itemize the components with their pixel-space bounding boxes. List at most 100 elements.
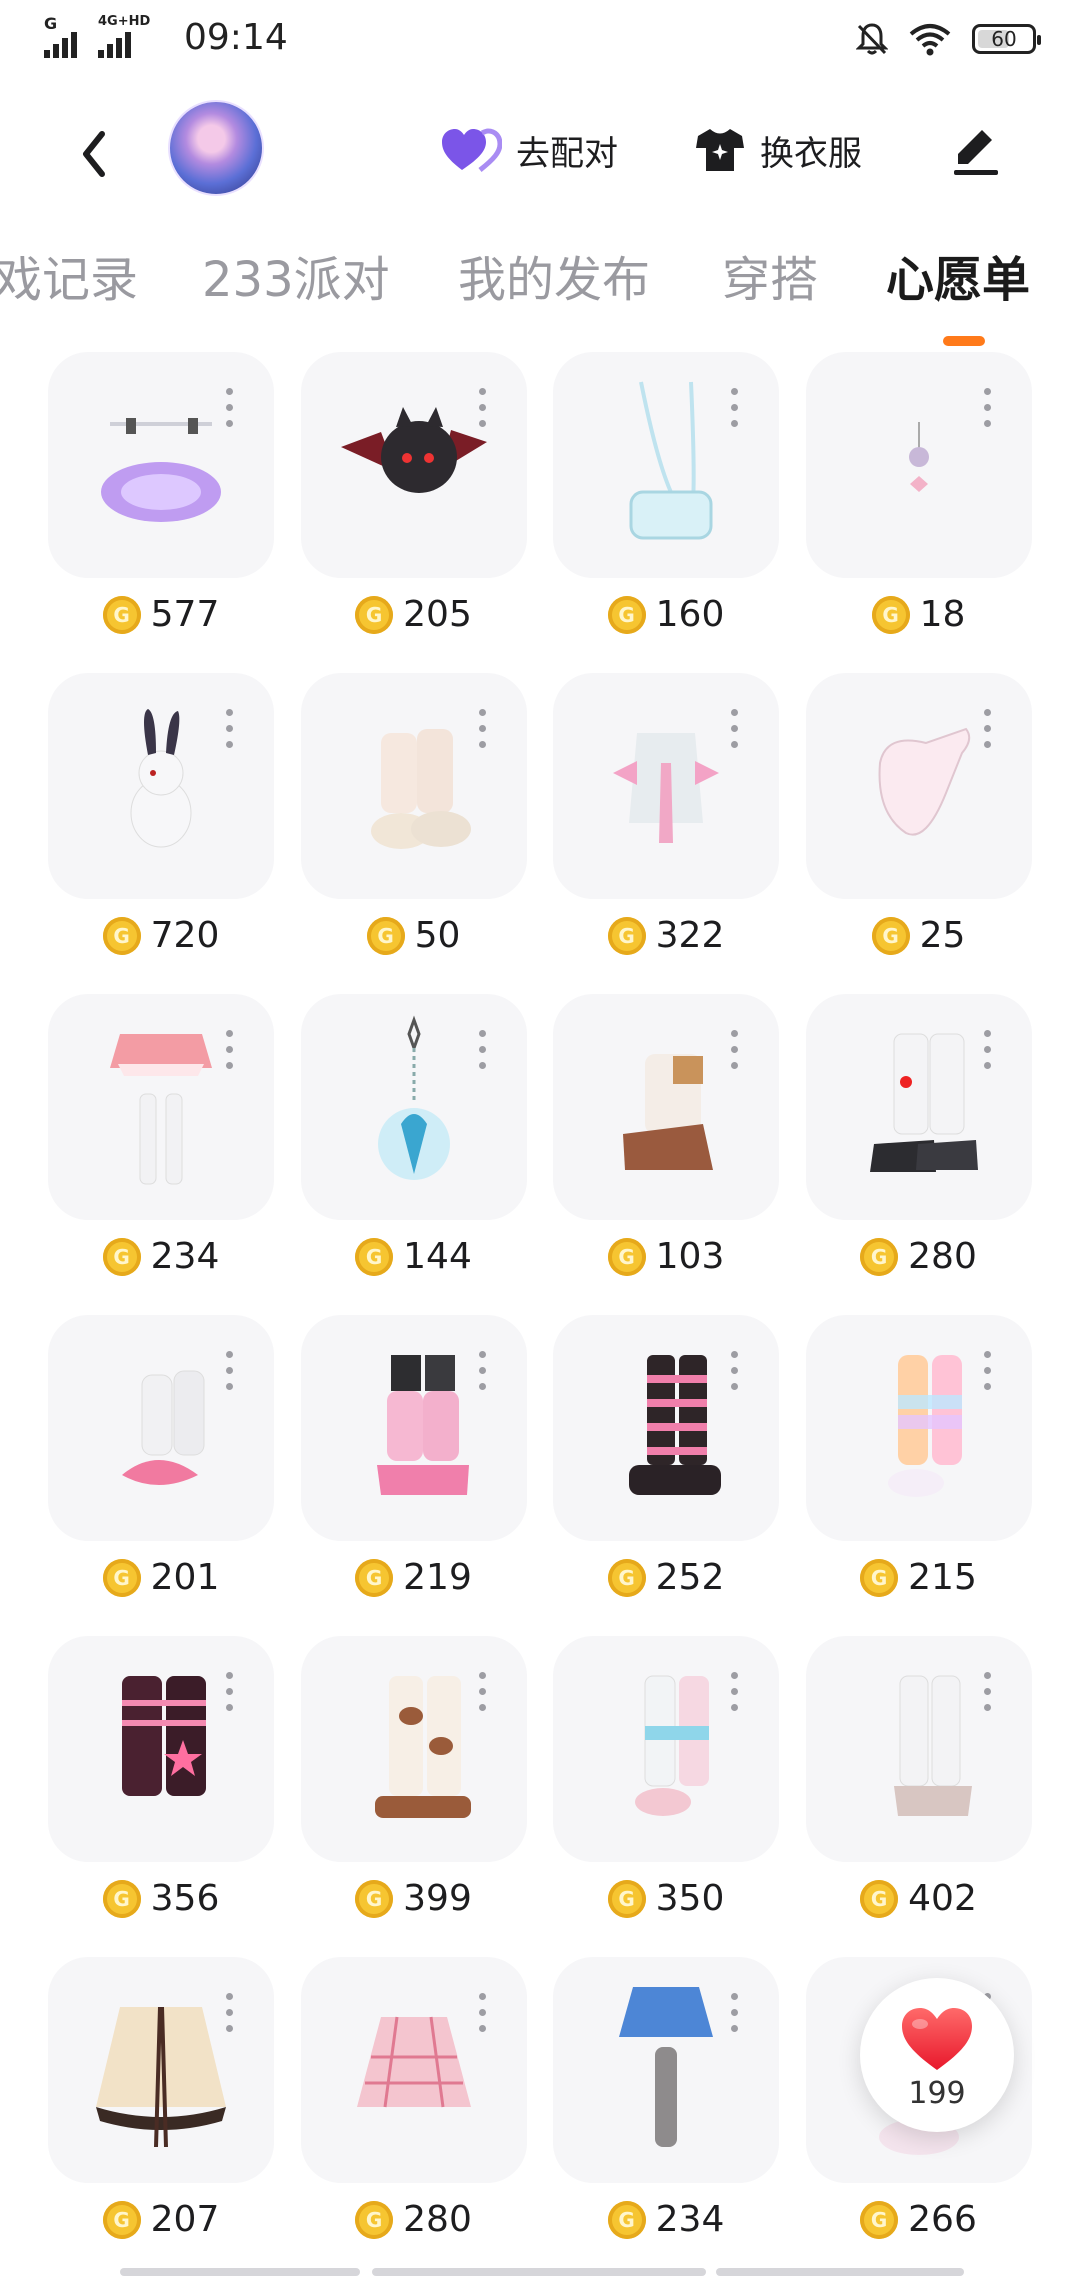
tab-game-records[interactable]: 戏记录 [0, 250, 138, 310]
like-button[interactable]: 199 [860, 1978, 1014, 2132]
coin-icon [355, 1558, 394, 1597]
item-thumbnail[interactable] [805, 1315, 1032, 1541]
item-image [376, 1355, 469, 1495]
item-thumbnail[interactable] [805, 994, 1032, 1220]
item-image [908, 422, 929, 492]
signal-icon-2: 4G+HD [98, 14, 158, 58]
avatar[interactable] [168, 100, 264, 196]
item-price: 144 [301, 1236, 527, 1277]
more-options-icon[interactable] [226, 1030, 234, 1070]
item-thumbnail[interactable] [300, 1957, 527, 2183]
coin-icon [102, 2200, 141, 2239]
item-thumbnail[interactable] [553, 352, 779, 578]
more-options-icon[interactable] [226, 709, 234, 749]
item-thumbnail[interactable] [805, 673, 1032, 899]
item-thumbnail[interactable] [553, 1636, 779, 1862]
more-options-icon[interactable] [731, 1351, 739, 1391]
more-options-icon[interactable] [983, 1672, 992, 1712]
price-value: 402 [908, 1878, 977, 1919]
more-options-icon[interactable] [478, 1993, 487, 2033]
tab-my-posts[interactable]: 我的发布 [458, 250, 650, 310]
item-thumbnail[interactable] [553, 673, 779, 899]
item-thumbnail[interactable] [553, 994, 779, 1220]
coin-icon [860, 2200, 899, 2239]
coin-icon [871, 595, 910, 634]
item-thumbnail[interactable] [48, 352, 274, 578]
price-value: 280 [908, 1236, 977, 1277]
more-options-icon[interactable] [226, 1351, 234, 1391]
like-count: 199 [908, 2076, 966, 2111]
pair-label: 去配对 [516, 133, 618, 174]
more-options-icon[interactable] [478, 1672, 487, 1712]
more-options-icon[interactable] [226, 1993, 234, 2033]
price-value: 266 [908, 2199, 977, 2240]
item-thumbnail[interactable] [805, 352, 1032, 578]
item-price: 399 [301, 1878, 527, 1919]
price-value: 720 [150, 915, 220, 956]
item-image [629, 1355, 721, 1495]
item-thumbnail[interactable] [300, 994, 527, 1220]
item-image [869, 1033, 978, 1172]
item-thumbnail[interactable] [300, 352, 527, 578]
pair-button[interactable]: 去配对 [440, 120, 618, 180]
more-options-icon[interactable] [226, 1672, 234, 1712]
more-options-icon[interactable] [731, 1993, 739, 2033]
tab-233-party[interactable]: 233派对 [202, 250, 390, 310]
price-value: 399 [403, 1878, 472, 1919]
price-value: 356 [150, 1878, 220, 1919]
pen-icon[interactable] [948, 122, 1004, 178]
price-value: 577 [150, 594, 220, 635]
coin-icon [607, 916, 646, 955]
status-bar: G 4G+HD 09:14 60 [0, 0, 1080, 80]
item-price: 280 [806, 1236, 1032, 1277]
tab-outfits[interactable]: 穿搭 [722, 250, 818, 310]
item-thumbnail[interactable] [48, 1957, 274, 2183]
more-options-icon[interactable] [478, 1351, 487, 1391]
more-options-icon[interactable] [478, 709, 487, 749]
item-thumbnail[interactable] [48, 1636, 274, 1862]
more-options-icon[interactable] [983, 1351, 992, 1391]
item-thumbnail[interactable] [300, 673, 527, 899]
price-value: 18 [919, 594, 966, 635]
item-price: 266 [806, 2199, 1032, 2240]
item-price: 25 [806, 915, 1032, 956]
price-value: 350 [655, 1878, 725, 1919]
item-thumbnail[interactable] [805, 1636, 1032, 1862]
more-options-icon[interactable] [731, 1672, 739, 1712]
item-thumbnail[interactable] [48, 994, 274, 1220]
change-outfit-button[interactable]: 换衣服 [694, 120, 862, 180]
heart-icon [902, 2008, 972, 2070]
more-options-icon[interactable] [983, 388, 992, 428]
price-value: 144 [403, 1236, 472, 1277]
item-thumbnail[interactable] [300, 1636, 527, 1862]
item-thumbnail[interactable] [553, 1315, 779, 1541]
more-options-icon[interactable] [226, 388, 234, 428]
item-price: 207 [48, 2199, 274, 2240]
item-thumbnail[interactable] [48, 1315, 274, 1541]
price-value: 103 [655, 1236, 725, 1277]
item-price: 280 [301, 2199, 527, 2240]
item-image [893, 1675, 972, 1816]
more-options-icon[interactable] [731, 709, 739, 749]
tab-wishlist[interactable]: 心愿单 [886, 250, 1030, 310]
item-thumbnail[interactable] [300, 1315, 527, 1541]
more-options-icon[interactable] [983, 1030, 992, 1070]
more-options-icon[interactable] [983, 709, 992, 749]
coin-icon [102, 1879, 141, 1918]
price-value: 219 [403, 1557, 472, 1598]
item-price: 720 [48, 915, 274, 956]
scroll-indicator [120, 2268, 360, 2276]
price-value: 215 [908, 1557, 977, 1598]
coin-icon [355, 2200, 394, 2239]
more-options-icon[interactable] [731, 1030, 739, 1070]
item-price: 322 [553, 915, 779, 956]
more-options-icon[interactable] [478, 1030, 487, 1070]
price-value: 280 [403, 2199, 472, 2240]
chevron-left-icon[interactable] [72, 124, 116, 184]
item-image [623, 1054, 713, 1170]
change-outfit-label: 换衣服 [760, 133, 862, 174]
item-thumbnail[interactable] [553, 1957, 779, 2183]
more-options-icon[interactable] [478, 388, 487, 428]
item-thumbnail[interactable] [48, 673, 274, 899]
more-options-icon[interactable] [731, 388, 739, 428]
